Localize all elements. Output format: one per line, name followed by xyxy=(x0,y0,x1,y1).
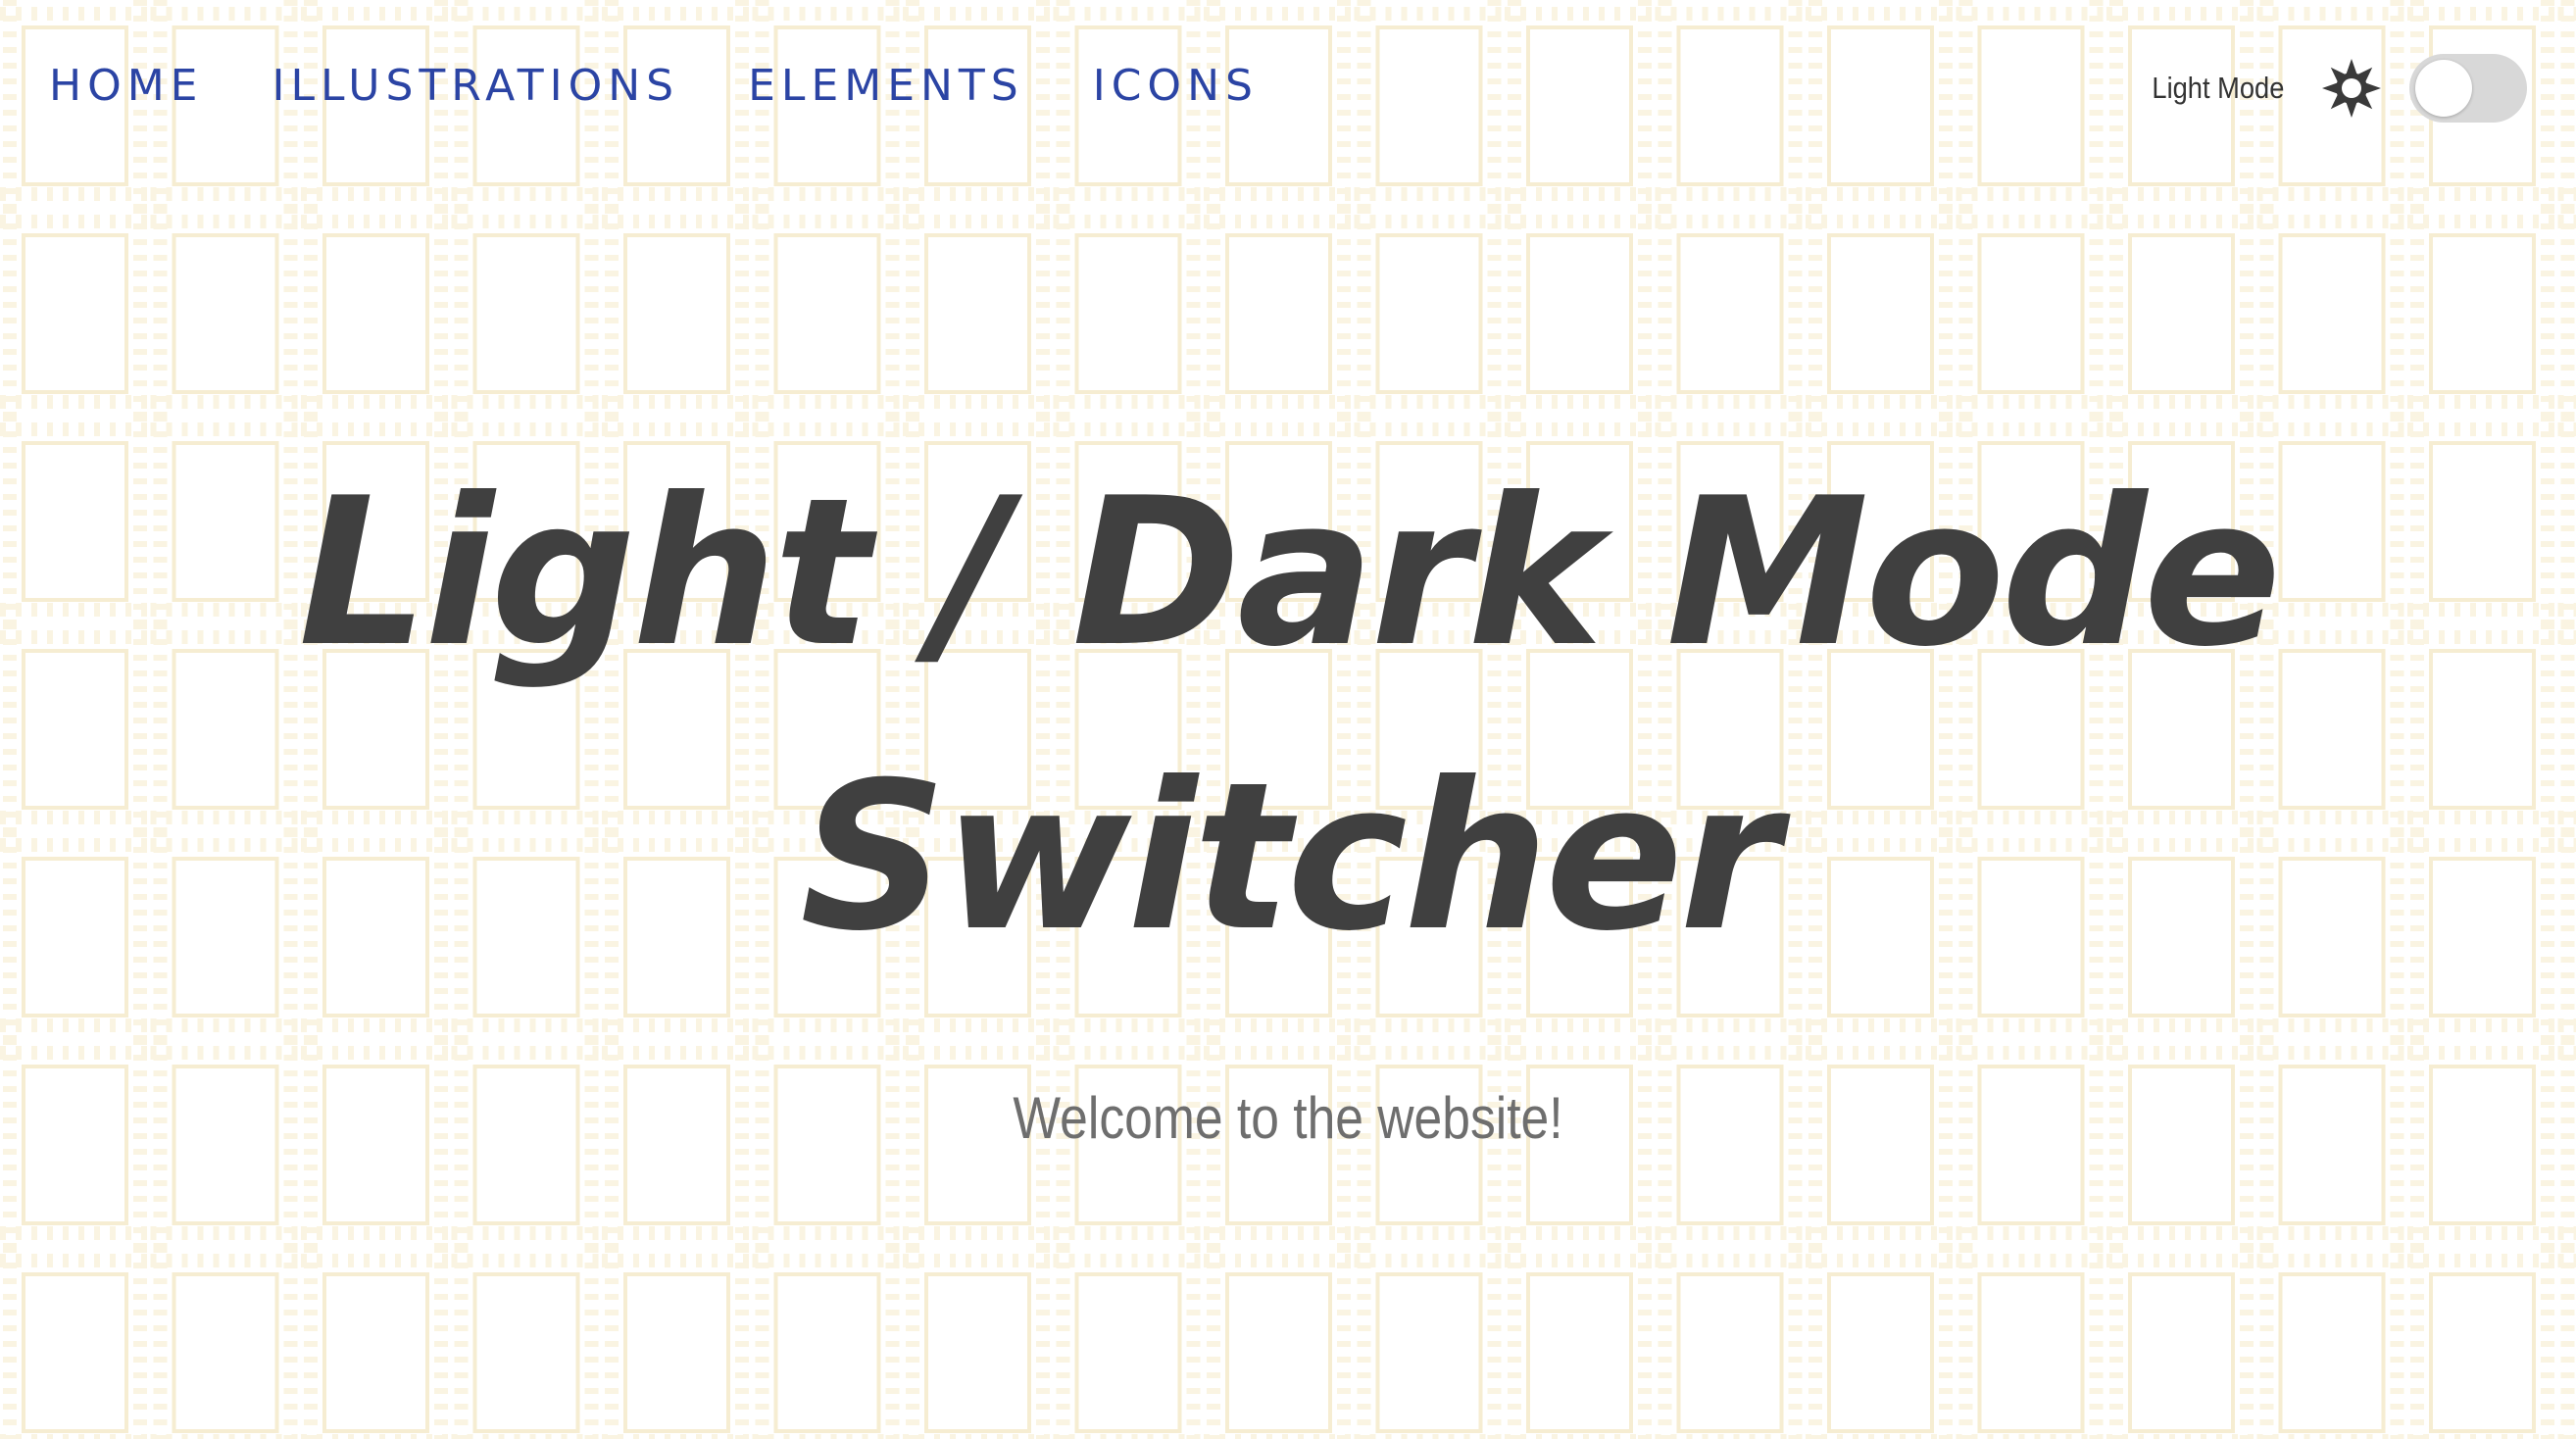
sun-icon[interactable] xyxy=(2319,56,2384,121)
nav-elements-link[interactable]: ELEMENTS xyxy=(748,57,1024,116)
mode-toggle[interactable] xyxy=(2409,54,2527,123)
nav-icons-link[interactable]: ICONS xyxy=(1093,57,1259,116)
page-title: Light / Dark Mode Switcher xyxy=(298,455,2281,976)
mode-label: Light Mode xyxy=(2152,71,2284,105)
hero: Light / Dark Mode Switcher Welcome to th… xyxy=(0,431,2576,1152)
mode-switcher: Light Mode xyxy=(2134,54,2527,123)
main-nav: HOME ILLUSTRATIONS ELEMENTS ICONS xyxy=(49,57,1327,116)
nav-illustrations-link[interactable]: ILLUSTRATIONS xyxy=(272,57,679,116)
nav-home-link[interactable]: HOME xyxy=(49,57,203,116)
welcome-text: Welcome to the website! xyxy=(1013,1085,1563,1151)
toggle-knob xyxy=(2415,60,2472,117)
